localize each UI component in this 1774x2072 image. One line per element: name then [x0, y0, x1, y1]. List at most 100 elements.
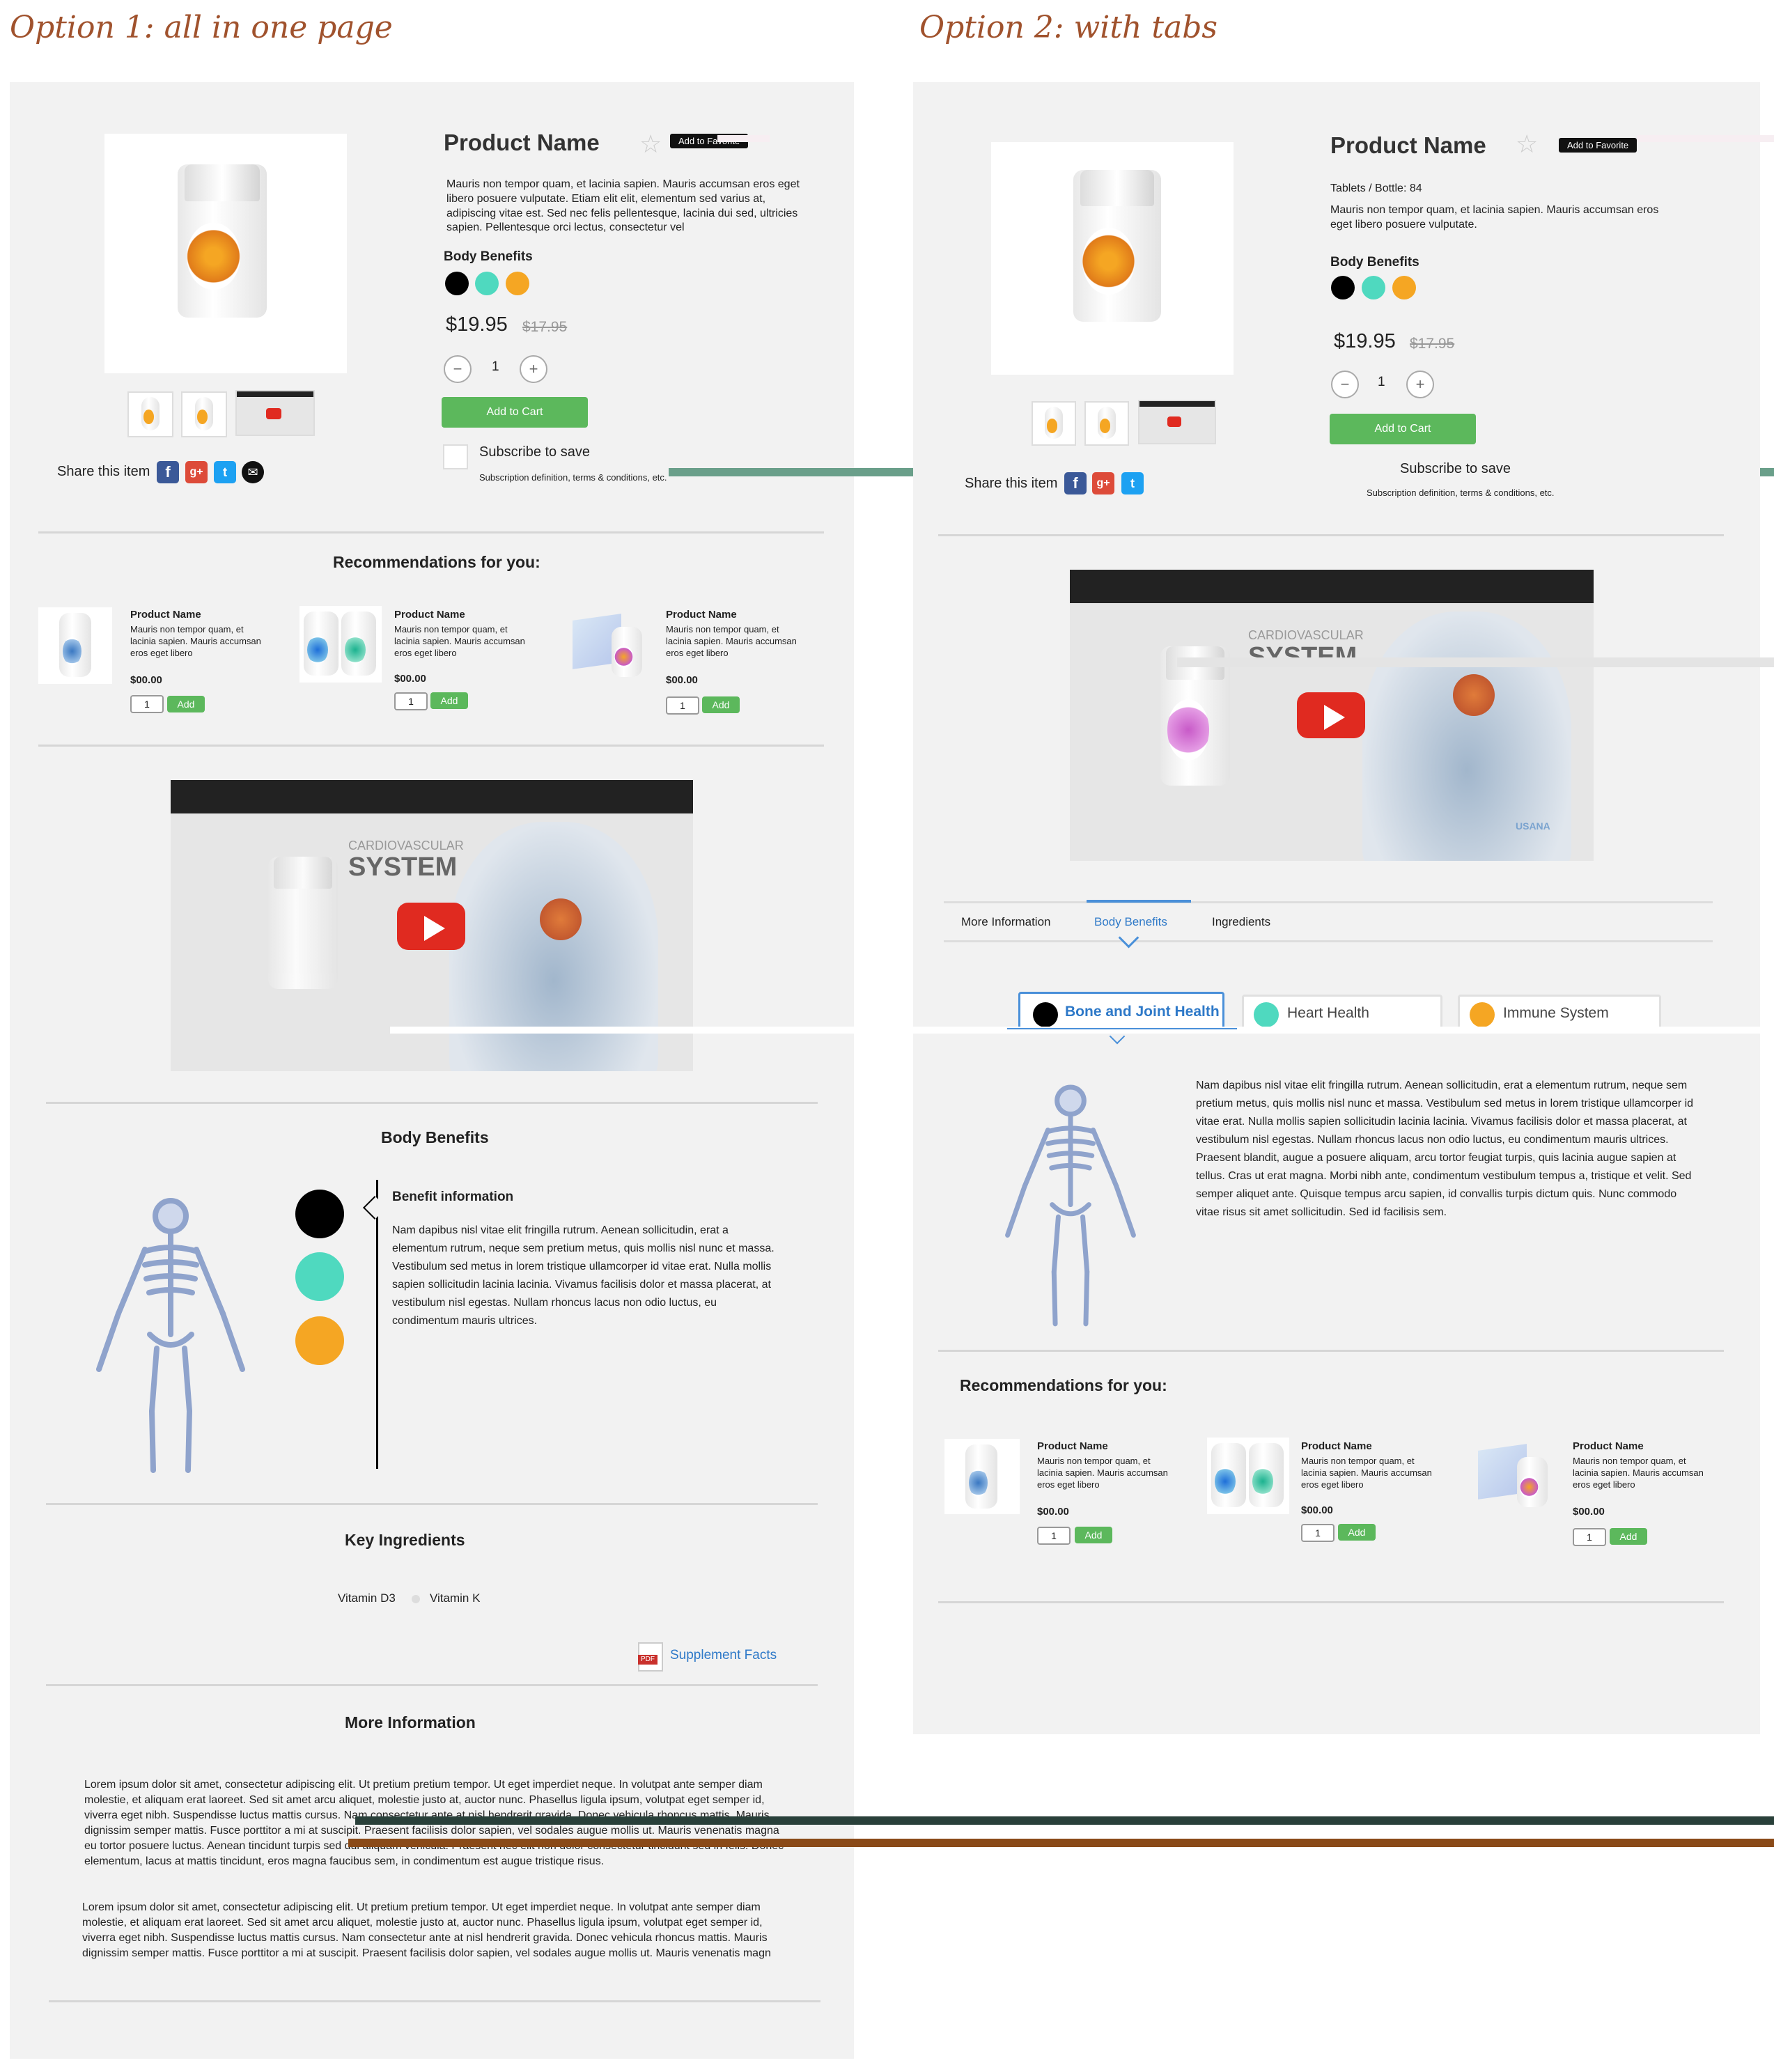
qty-value-tab[interactable]: 1	[1378, 375, 1385, 390]
twitter-icon[interactable]: t	[1121, 472, 1144, 494]
star-icon[interactable]: ☆	[1516, 130, 1538, 159]
tab-more-information[interactable]: More Information	[961, 915, 1051, 929]
rec-name-2[interactable]: Product Name	[394, 609, 465, 621]
pdf-icon[interactable]: PDF	[638, 1642, 663, 1672]
qty-plus-button[interactable]: +	[520, 355, 547, 383]
rec-name-3-tab[interactable]: Product Name	[1573, 1440, 1644, 1452]
share-label: Share this item	[57, 464, 150, 479]
divider	[938, 1350, 1724, 1352]
email-icon[interactable]: ✉	[242, 461, 264, 483]
benefit-dot-bone[interactable]	[445, 272, 469, 295]
rec-name-3[interactable]: Product Name	[666, 609, 737, 621]
product-title-tab: Product Name	[1330, 132, 1486, 158]
benefit-dot-heart[interactable]	[1362, 276, 1385, 299]
rec-name-1-tab[interactable]: Product Name	[1037, 1440, 1108, 1452]
qty-value[interactable]: 1	[492, 359, 499, 375]
rec-qty-2[interactable]: 1	[394, 692, 428, 710]
benefit-dot-bone[interactable]	[1331, 276, 1355, 299]
rec-qty-3-tab[interactable]: 1	[1573, 1528, 1606, 1546]
old-price: $17.95	[522, 319, 568, 335]
rec-add-button-1-tab[interactable]: Add	[1075, 1527, 1112, 1543]
divider	[46, 1684, 818, 1686]
play-button-icon[interactable]	[397, 903, 465, 950]
product-video-tab[interactable]: CARDIOVASCULAR SYSTEM USANA	[1070, 570, 1594, 861]
rec-price-2-tab: $00.00	[1301, 1504, 1333, 1516]
add-to-cart-button[interactable]: Add to Cart	[442, 397, 588, 428]
glitch-band	[1177, 657, 1774, 667]
benefit-dot-immune[interactable]	[1392, 276, 1416, 299]
benefit-circle-immune[interactable]	[295, 1316, 344, 1365]
divider	[46, 1102, 818, 1104]
recommendations-title: Recommendations for you:	[333, 553, 540, 571]
tab-body-benefits[interactable]: Body Benefits	[1094, 915, 1167, 929]
rec-add-button-1[interactable]: Add	[167, 696, 205, 712]
subtab-underline	[1007, 1028, 1237, 1029]
rec-name-2-tab[interactable]: Product Name	[1301, 1440, 1372, 1452]
product-description: Mauris non tempor quam, et lacinia sapie…	[446, 178, 800, 234]
thumbnail-video[interactable]	[235, 390, 315, 436]
ingredient-vitamin-d3: Vitamin D3	[338, 1591, 396, 1605]
thumbnail-video-tab[interactable]	[1138, 400, 1216, 444]
divider	[938, 1601, 1724, 1603]
facebook-icon[interactable]: f	[157, 461, 179, 483]
rec-price-2: $00.00	[394, 673, 426, 685]
google-plus-icon[interactable]: g+	[185, 461, 208, 483]
rec-image-1-tab	[944, 1439, 1020, 1514]
rec-price-3-tab: $00.00	[1573, 1506, 1605, 1518]
product-short-description: Mauris non tempor quam, et lacinia sapie…	[1330, 204, 1659, 231]
glitch-strip	[1637, 135, 1774, 142]
tab-ingredients[interactable]: Ingredients	[1212, 915, 1270, 929]
rec-qty-3[interactable]: 1	[666, 696, 699, 715]
body-benefits-label: Body Benefits	[444, 249, 533, 264]
rec-qty-1-tab[interactable]: 1	[1037, 1527, 1071, 1545]
benefit-tab-text: Nam dapibus nisl vitae elit fringilla ru…	[1196, 1080, 1694, 1218]
supplement-facts-link[interactable]: Supplement Facts	[670, 1648, 777, 1663]
add-to-cart-button-tab[interactable]: Add to Cart	[1330, 414, 1476, 444]
qty-plus-button[interactable]: +	[1406, 371, 1434, 398]
heart-dot-icon	[1254, 1002, 1279, 1027]
rec-qty-2-tab[interactable]: 1	[1301, 1524, 1335, 1542]
rec-add-button-2[interactable]: Add	[430, 692, 468, 709]
play-button-icon[interactable]	[1297, 692, 1365, 738]
star-icon[interactable]: ☆	[639, 130, 662, 159]
qty-minus-button[interactable]: −	[1331, 371, 1359, 398]
rec-add-button-3-tab[interactable]: Add	[1610, 1528, 1647, 1545]
ingredient-vitamin-k: Vitamin K	[430, 1591, 481, 1605]
thumbnail-1-tab[interactable]	[1032, 401, 1076, 446]
qty-minus-button[interactable]: −	[444, 355, 472, 383]
rec-add-button-2-tab[interactable]: Add	[1338, 1524, 1376, 1541]
divider	[938, 534, 1724, 536]
thumbnail-1[interactable]	[127, 391, 173, 437]
subscribe-checkbox[interactable]	[443, 444, 468, 469]
rec-add-button-3[interactable]: Add	[702, 696, 740, 713]
rec-image-2	[299, 606, 382, 683]
benefit-circle-bone[interactable]	[295, 1190, 344, 1238]
rec-qty-1[interactable]: 1	[130, 695, 164, 713]
thumbnail-2-tab[interactable]	[1084, 401, 1129, 446]
rec-desc-3-tab: Mauris non tempor quam, et lacinia sapie…	[1573, 1456, 1704, 1490]
benefit-dot-immune[interactable]	[506, 272, 529, 295]
rec-name-1[interactable]: Product Name	[130, 609, 201, 621]
thumbnail-2[interactable]	[181, 391, 227, 437]
subscribe-note: Subscription definition, terms & conditi…	[479, 472, 667, 483]
benefit-tab-label: Heart Health	[1287, 1005, 1369, 1021]
rec-image-1	[38, 607, 112, 684]
rec-desc-3: Mauris non tempor quam, et lacinia sapie…	[666, 624, 797, 658]
divider	[46, 1503, 818, 1505]
glitch-strip	[717, 135, 770, 142]
benefit-info-text: Nam dapibus nisl vitae elit fringilla ru…	[392, 1224, 775, 1327]
twitter-icon[interactable]: t	[214, 461, 236, 483]
divider	[38, 745, 824, 747]
divider	[49, 2000, 820, 2002]
video-caption-big: SYSTEM	[348, 852, 458, 882]
subscribe-label: Subscribe to save	[479, 444, 590, 460]
facebook-icon[interactable]: f	[1064, 472, 1087, 494]
option1-title: Option 1: all in one page	[10, 10, 393, 45]
google-plus-icon[interactable]: g+	[1092, 472, 1114, 494]
benefit-circle-heart[interactable]	[295, 1252, 344, 1301]
benefit-dot-heart[interactable]	[475, 272, 499, 295]
immune-dot-icon	[1470, 1002, 1495, 1027]
skeleton-image	[96, 1198, 245, 1473]
tab-active-indicator	[1087, 900, 1191, 903]
tablets-per-bottle: Tablets / Bottle: 84	[1330, 182, 1422, 194]
